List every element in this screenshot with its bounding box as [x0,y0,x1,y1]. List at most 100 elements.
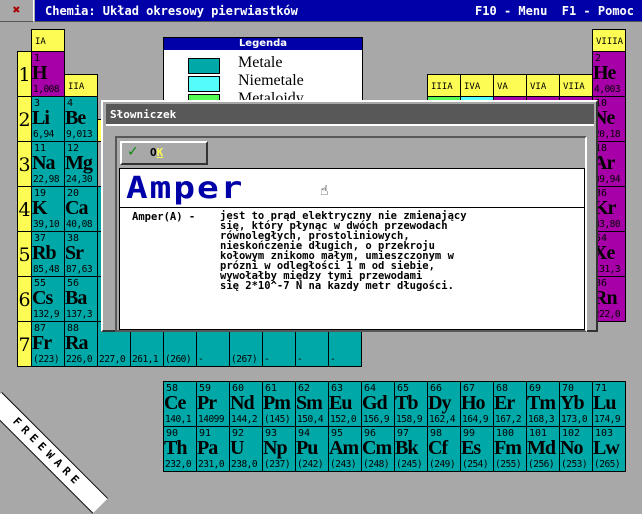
element-cell[interactable]: 102 No (253) [559,426,593,472]
period-number: 6 [18,289,31,311]
atomic-mass: 6,94 [33,129,54,140]
element-cell[interactable]: 60 Nd 144,2 [229,381,263,427]
atomic-mass: (242) [297,459,324,470]
element-cell[interactable]: 55 Cs 132,9 [31,276,65,322]
element-cell[interactable]: 69 Tm 168,3 [526,381,560,427]
element-cell[interactable]: 2 He 4,003 [592,51,626,97]
element-symbol: Am [329,437,359,459]
element-cell[interactable]: 92 U 238,0 [229,426,263,472]
element-cell[interactable]: 38 Sr 87,63 [64,231,98,277]
atomic-mass: (249) [429,459,456,470]
element-cell[interactable]: 64 Gd 156,9 [361,381,395,427]
element-cell[interactable]: 103 Lw (265) [592,426,626,472]
element-cell[interactable]: 1 H 1,008 [31,51,65,97]
period-number: 7 [18,334,31,356]
atomic-mass: 174,9 [594,414,621,425]
element-cell[interactable]: 94 Pu (242) [295,426,329,472]
element-cell[interactable]: 68 Er 167,2 [493,381,527,427]
ok-label: O [150,146,157,159]
element-symbol: Ca [65,197,88,219]
atomic-mass: 232,0 [165,459,192,470]
atomic-mass: (256) [528,459,555,470]
element-cell[interactable]: 37 Rb 85,48 [31,231,65,277]
atomic-mass: 173,0 [561,414,588,425]
element-cell[interactable]: 59 Pr 14099 [196,381,230,427]
element-cell[interactable]: 12 Mg 24,30 [64,141,98,187]
element-cell[interactable]: 70 Yb 173,0 [559,381,593,427]
element-symbol: Lu [593,392,616,414]
period-label: 3 [17,141,32,187]
element-symbol: Bk [395,437,418,459]
period-label: 2 [17,96,32,142]
element-cell[interactable]: 63 Eu 152,0 [328,381,362,427]
element-symbol: Pu [296,437,318,459]
element-cell[interactable]: 87 Fr (223) [31,321,65,367]
atomic-mass: 140,1 [165,414,192,425]
legend-label-metals: Metale [238,54,283,71]
element-cell[interactable]: 11 Na 22,98 [31,141,65,187]
element-cell[interactable]: 91 Pa 231,0 [196,426,230,472]
atomic-mass: 168,3 [528,414,555,425]
element-symbol: Na [32,152,55,174]
element-cell[interactable]: 100 Fm (255) [493,426,527,472]
period-label: 7 [17,321,32,367]
atomic-mass: 261,1 [132,354,159,365]
element-cell[interactable]: 4 Be 9,013 [64,96,98,142]
ok-button[interactable]: ✓ OK [120,141,208,165]
atomic-mass: - [297,354,303,365]
group-label: IIIA [431,82,453,92]
element-cell[interactable]: 99 Es (254) [460,426,494,472]
element-cell[interactable]: 95 Am (243) [328,426,362,472]
period-number: 1 [18,64,31,86]
close-icon[interactable]: ✖ [0,0,34,22]
element-cell[interactable]: 90 Th 232,0 [163,426,197,472]
element-cell[interactable]: 93 Np (237) [262,426,296,472]
checkmark-icon: ✓ [128,141,138,160]
element-cell[interactable]: 56 Ba 137,3 [64,276,98,322]
element-symbol: Sr [65,242,84,264]
legend-swatch-metals [188,58,220,74]
period-label: 4 [17,186,32,232]
atomic-mass: (245) [396,459,423,470]
atomic-mass: 164,9 [462,414,489,425]
period-number: 4 [18,199,31,221]
dialog-title: Słowniczek [106,104,594,126]
element-symbol: Fm [494,437,522,459]
element-symbol: Lw [593,437,620,459]
element-symbol: No [560,437,583,459]
element-cell[interactable]: 19 K 39,10 [31,186,65,232]
group-label: VIA [530,82,547,92]
element-cell[interactable]: 101 Md (256) [526,426,560,472]
element-cell[interactable]: 66 Dy 162,4 [427,381,461,427]
group-label: IVA [464,82,481,92]
element-symbol: Ho [461,392,486,414]
atomic-mass: (267) [231,354,258,365]
element-cell[interactable]: 58 Ce 140,1 [163,381,197,427]
atomic-mass: 85,48 [33,264,60,275]
atomic-mass: (253) [561,459,588,470]
element-cell[interactable]: 88 Ra 226,0 [64,321,98,367]
legend-title: Legenda [164,38,362,50]
atomic-mass: 40,08 [66,219,93,230]
atomic-mass: (243) [330,459,357,470]
element-cell[interactable]: 20 Ca 40,08 [64,186,98,232]
element-symbol: Li [32,107,50,129]
period-label: 5 [17,231,32,277]
group-header: IIIA [427,74,461,97]
element-symbol: Tb [395,392,418,414]
element-cell[interactable]: 67 Ho 164,9 [460,381,494,427]
element-cell[interactable]: 62 Sm 150,4 [295,381,329,427]
element-cell[interactable]: 96 Cm (248) [361,426,395,472]
element-cell[interactable]: 98 Cf (249) [427,426,461,472]
element-cell[interactable]: 65 Tb 158,9 [394,381,428,427]
element-symbol: Yb [560,392,585,414]
period-number: 2 [18,109,31,131]
element-cell[interactable]: 97 Bk (245) [394,426,428,472]
shortcut-hints[interactable]: F10 - Menu F1 - Pomoc [475,0,634,22]
element-cell[interactable]: 71 Lu 174,9 [592,381,626,427]
element-cell[interactable]: 61 Pm (145) [262,381,296,427]
element-symbol: Mg [65,152,93,174]
atomic-mass: (223) [33,354,60,365]
element-cell[interactable]: 3 Li 6,94 [31,96,65,142]
element-symbol: Md [527,437,556,459]
